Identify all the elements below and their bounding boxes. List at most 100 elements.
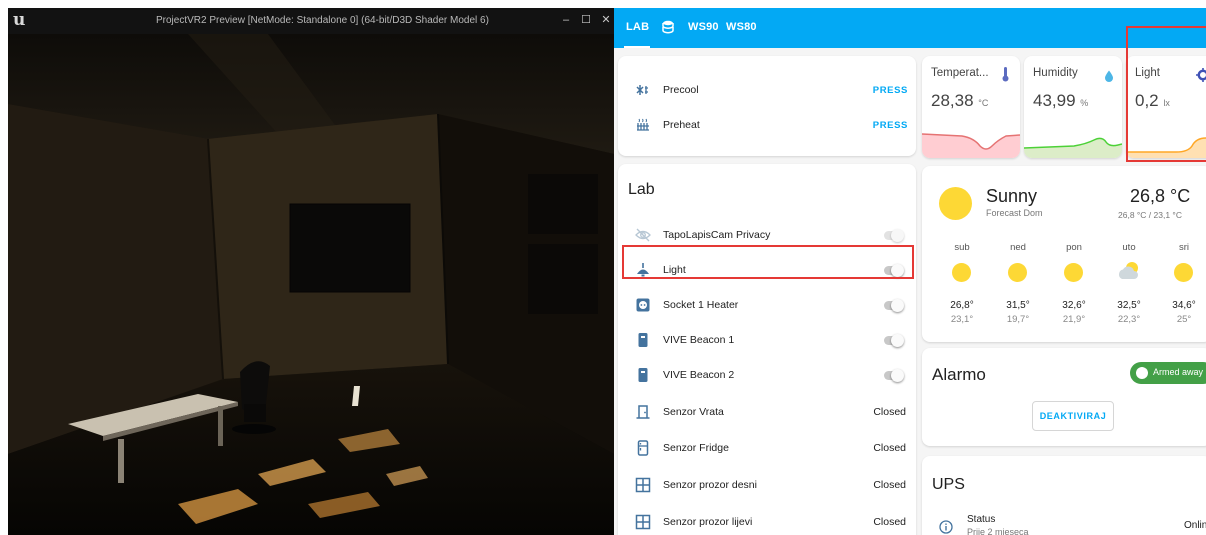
forecast-day: uto bbox=[1122, 242, 1136, 253]
beacon-icon bbox=[638, 333, 648, 347]
forecast-high: 31,5° bbox=[1006, 300, 1030, 311]
forecast-high: 32,5° bbox=[1117, 300, 1141, 311]
alarmo-title: Alarmo bbox=[932, 365, 986, 384]
thermometer-icon bbox=[1002, 67, 1009, 82]
deactivate-button-label: DEAKTIVIRAJ bbox=[1039, 411, 1107, 421]
forecast-day: sri bbox=[1178, 242, 1190, 253]
window-icon bbox=[635, 514, 651, 530]
window-icon bbox=[635, 477, 651, 493]
door-icon bbox=[636, 405, 650, 419]
precool-press-button[interactable]: PRESS bbox=[873, 85, 908, 96]
water-drop-icon bbox=[1105, 70, 1113, 82]
unreal-preview-window: u ProjectVR2 Preview [NetMode: Standalon… bbox=[8, 8, 614, 535]
entity-row-label: Senzor prozor lijevi bbox=[663, 516, 753, 528]
light-toggle[interactable] bbox=[880, 263, 904, 277]
sensor-name: Temperat... bbox=[931, 67, 989, 79]
sensor-value: 28,38 °C bbox=[931, 91, 989, 110]
entity-state: Closed bbox=[873, 406, 906, 418]
screen: u ProjectVR2 Preview [NetMode: Standalon… bbox=[0, 0, 1206, 535]
sun-icon bbox=[1174, 263, 1193, 282]
scripts-card: Precool PRESS Preheat PRESS bbox=[618, 56, 916, 156]
forecast-day: ned bbox=[1010, 242, 1026, 253]
lab-entities-card: Lab TapoLapisCam Privacy Light Socket 1 … bbox=[618, 164, 916, 535]
entity-state: Closed bbox=[873, 516, 906, 528]
brightness-icon bbox=[1196, 68, 1206, 82]
entity-row-label: VIVE Beacon 1 bbox=[663, 334, 735, 346]
ups-status-time: Prije 2 mjeseca bbox=[967, 527, 1029, 535]
temperature-range: 26,8 °C / 23,1 °C bbox=[1118, 210, 1182, 220]
fan-snowflake-icon bbox=[636, 85, 648, 95]
sun-icon bbox=[1064, 263, 1083, 282]
forecast-high: 34,6° bbox=[1172, 300, 1196, 311]
current-temperature: 26,8 °C bbox=[1130, 186, 1191, 206]
light-history-graph bbox=[1126, 137, 1206, 158]
alarmo-card: Alarmo Armed away DEAKTIVIRAJ bbox=[922, 348, 1206, 446]
radiator-icon bbox=[637, 118, 649, 131]
entity-row-label: Socket 1 Heater bbox=[663, 299, 739, 311]
home-assistant-dashboard: LAB WS90 WS80 Precool PRESS Preheat PRES… bbox=[614, 8, 1206, 535]
entity-row-label: Senzor Vrata bbox=[663, 406, 724, 418]
forecast-low: 25° bbox=[1176, 314, 1192, 325]
temperature-sensor-card[interactable]: Temperat... 28,38 °C bbox=[922, 56, 1020, 158]
beacon-icon bbox=[638, 368, 648, 382]
precool-label: Precool bbox=[663, 84, 699, 96]
close-button[interactable]: ✕ bbox=[598, 12, 614, 28]
tapolapiscam-privacy-toggle[interactable] bbox=[880, 228, 904, 242]
preheat-press-button[interactable]: PRESS bbox=[873, 120, 908, 131]
weather-condition: Sunny bbox=[986, 186, 1038, 206]
lab-card-title: Lab bbox=[628, 181, 655, 198]
forecast-low: 22,3° bbox=[1117, 314, 1141, 325]
database-icon[interactable] bbox=[662, 20, 674, 34]
vive-beacon-1-toggle[interactable] bbox=[880, 333, 904, 347]
forecast-low: 21,9° bbox=[1062, 314, 1086, 325]
minimize-button[interactable]: – bbox=[558, 12, 574, 28]
light-sensor-card[interactable]: Light 0,2 lx bbox=[1126, 56, 1206, 158]
entity-row-label: TapoLapisCam Privacy bbox=[663, 229, 771, 241]
sun-icon bbox=[1008, 263, 1027, 282]
shield-icon bbox=[1136, 367, 1148, 379]
window-title: ProjectVR2 Preview [NetMode: Standalone … bbox=[156, 15, 489, 26]
sun-icon bbox=[939, 187, 972, 220]
tab-lab[interactable]: LAB bbox=[626, 21, 649, 33]
preheat-label: Preheat bbox=[663, 119, 700, 131]
ups-status-value: Online bbox=[1184, 520, 1206, 531]
forecast-low: 23,1° bbox=[950, 314, 974, 325]
active-tab-indicator bbox=[624, 46, 650, 48]
ceiling-light-icon bbox=[637, 263, 649, 277]
ups-title: UPS bbox=[932, 476, 965, 493]
humidity-sensor-card[interactable]: Humidity 43,99 % bbox=[1024, 56, 1122, 158]
sensor-name: Humidity bbox=[1033, 67, 1078, 79]
window-titlebar: u ProjectVR2 Preview [NetMode: Standalon… bbox=[8, 8, 614, 34]
entity-row-label: VIVE Beacon 2 bbox=[663, 369, 735, 381]
tab-ws80[interactable]: WS80 bbox=[726, 21, 757, 33]
entity-row-label: Light bbox=[663, 264, 686, 276]
socket-icon bbox=[636, 298, 650, 312]
forecast-high: 32,6° bbox=[1062, 300, 1086, 311]
socket-heater-toggle[interactable] bbox=[880, 298, 904, 312]
entity-row-label: Senzor prozor desni bbox=[663, 479, 757, 491]
maximize-button[interactable]: ☐ bbox=[578, 12, 594, 28]
forecast-day: sub bbox=[954, 242, 970, 253]
badge-label: Armed away bbox=[1153, 367, 1204, 377]
sun-icon bbox=[952, 263, 971, 282]
tab-ws90[interactable]: WS90 bbox=[688, 21, 719, 33]
info-icon bbox=[939, 520, 953, 534]
dashboard-header: LAB WS90 WS80 bbox=[614, 8, 1206, 48]
deactivate-button[interactable]: DEAKTIVIRAJ bbox=[1032, 401, 1114, 431]
entity-state: Closed bbox=[873, 479, 906, 491]
partly-cloudy-icon bbox=[1118, 262, 1138, 279]
vive-beacon-2-toggle[interactable] bbox=[880, 368, 904, 382]
eye-off-icon bbox=[635, 228, 651, 242]
unreal-logo-icon: u bbox=[13, 10, 26, 30]
temperature-history-graph bbox=[922, 133, 1020, 158]
sensor-value: 0,2 lx bbox=[1135, 91, 1170, 110]
forecast-day: pon bbox=[1066, 242, 1082, 253]
humidity-history-graph bbox=[1024, 137, 1122, 158]
fridge-icon bbox=[637, 440, 649, 456]
vr-scene-viewport[interactable] bbox=[8, 34, 614, 535]
sensor-value: 43,99 % bbox=[1033, 91, 1089, 110]
ups-card: UPS Status Prije 2 mjeseca Online bbox=[922, 456, 1206, 535]
entity-state: Closed bbox=[873, 442, 906, 454]
forecast-high: 26,8° bbox=[950, 300, 974, 311]
entity-row-label: Senzor Fridge bbox=[663, 442, 729, 454]
